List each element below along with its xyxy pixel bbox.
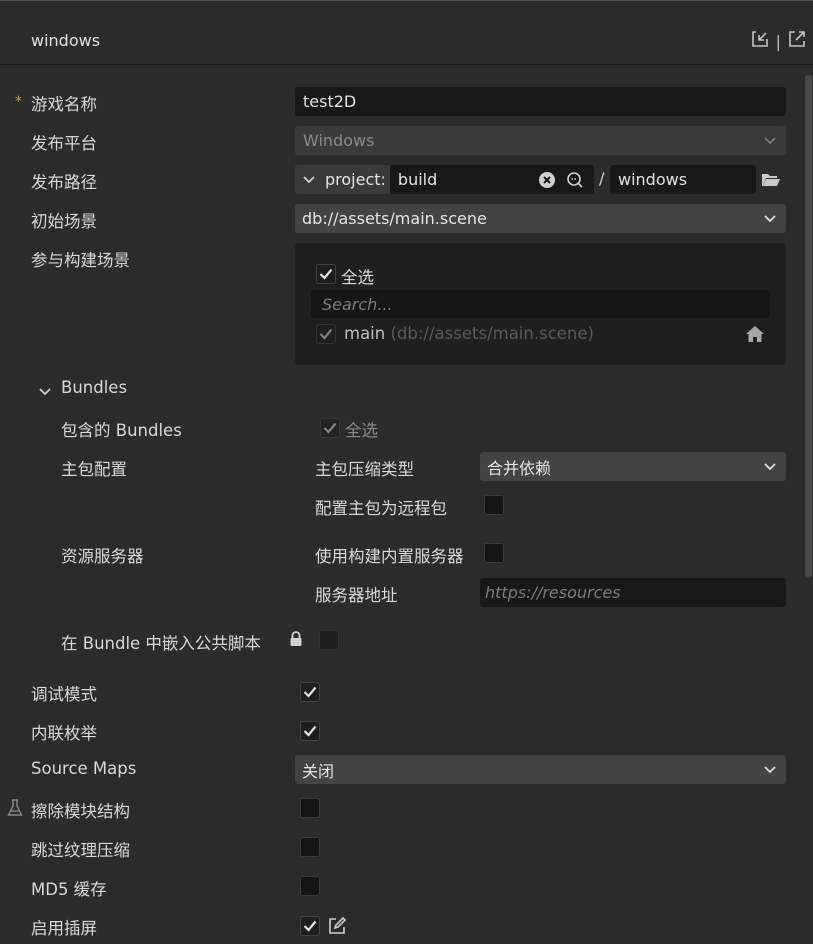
vertical-scrollbar[interactable]: [805, 75, 812, 577]
start-scene-select[interactable]: db://assets/main.scene: [295, 204, 786, 233]
included-bundles-label: 包含的 Bundles: [61, 421, 182, 440]
source-maps-select[interactable]: 关闭: [295, 755, 786, 784]
build-folder-value: windows: [618, 170, 688, 189]
skip-texture-compress-checkbox[interactable]: [300, 837, 320, 857]
header-actions: |: [750, 30, 807, 52]
remote-main-package-checkbox[interactable]: [484, 495, 504, 515]
resource-server-label: 资源服务器: [61, 547, 144, 566]
chevron-down-icon: [762, 459, 778, 475]
source-maps-label: Source Maps: [31, 759, 137, 778]
build-path-input[interactable]: build: [389, 165, 594, 194]
build-path-prefix[interactable]: project:: [325, 170, 386, 189]
home-icon[interactable]: [745, 325, 765, 347]
mangle-modules-checkbox[interactable]: [300, 798, 320, 818]
bundles-section-title[interactable]: Bundles: [61, 378, 127, 397]
splash-screen-label: 启用插屏: [31, 919, 97, 938]
start-scene-label: 初始场景: [31, 212, 97, 231]
chevron-down-icon[interactable]: [301, 172, 317, 188]
folder-open-icon[interactable]: [761, 171, 781, 193]
experimental-flask-icon: [7, 799, 23, 821]
required-marker: *: [15, 94, 22, 110]
platform-select[interactable]: Windows: [295, 126, 786, 155]
builtin-server-checkbox[interactable]: [484, 543, 504, 563]
build-path-label: 发布路径: [31, 173, 97, 192]
scenes-label: 参与构建场景: [31, 251, 130, 270]
path-slash: /: [599, 169, 605, 188]
compression-type-select[interactable]: 合并依赖: [480, 452, 786, 481]
export-icon[interactable]: [787, 29, 807, 53]
chevron-down-icon[interactable]: [38, 382, 52, 401]
server-address-placeholder: https://resources: [485, 583, 621, 602]
skip-texture-compress-label: 跳过纹理压缩: [31, 841, 130, 860]
embed-scripts-label: 在 Bundle 中嵌入公共脚本: [61, 634, 261, 653]
splash-screen-checkbox[interactable]: [300, 916, 320, 936]
remote-main-package-label: 配置主包为远程包: [315, 499, 447, 518]
edit-icon[interactable]: [327, 916, 347, 940]
build-path-value: build: [397, 170, 438, 189]
chevron-down-icon: [762, 211, 778, 227]
compression-type-label: 主包压缩类型: [315, 460, 414, 479]
server-address-input[interactable]: https://resources: [480, 578, 786, 607]
game-name-value: test2D: [303, 92, 357, 111]
game-name-label: 游戏名称: [31, 95, 97, 114]
included-bundles-select-all: 全选: [345, 421, 378, 440]
source-maps-value: 关闭: [302, 761, 335, 781]
lock-icon: [289, 631, 303, 651]
inline-enum-label: 内联枚举: [31, 724, 97, 743]
embed-scripts-checkbox[interactable]: [319, 630, 339, 650]
clear-icon[interactable]: [538, 171, 556, 189]
header-separator: |: [775, 31, 781, 51]
build-path-group: project: build: [295, 165, 594, 194]
md5-cache-label: MD5 缓存: [31, 880, 107, 899]
search-icon[interactable]: [566, 171, 584, 189]
scene-item: main (db://assets/main.scene): [344, 324, 594, 343]
scene-search-placeholder: Search...: [322, 294, 393, 314]
start-scene-value: db://assets/main.scene: [302, 209, 487, 228]
window-title: windows: [31, 31, 101, 50]
scene-search-input[interactable]: Search...: [311, 290, 770, 318]
server-address-label: 服务器地址: [315, 586, 398, 605]
included-bundles-checkbox[interactable]: [320, 418, 340, 438]
scene-item-path: (db://assets/main.scene): [390, 324, 594, 343]
platform-value: Windows: [303, 131, 375, 150]
build-folder-input[interactable]: windows: [610, 165, 756, 194]
debug-mode-label: 调试模式: [31, 685, 97, 704]
compression-type-value: 合并依赖: [487, 458, 552, 478]
chevron-down-icon: [762, 133, 778, 149]
scenes-select-all-label[interactable]: 全选: [341, 264, 374, 288]
mangle-modules-label: 擦除模块结构: [31, 802, 130, 821]
import-icon[interactable]: [750, 29, 770, 53]
scene-item-name: main: [344, 324, 386, 343]
platform-label: 发布平台: [31, 134, 97, 153]
inline-enum-checkbox[interactable]: [300, 721, 320, 741]
main-package-label: 主包配置: [61, 460, 127, 479]
scene-item-checkbox[interactable]: [316, 324, 336, 344]
debug-mode-checkbox[interactable]: [300, 682, 320, 702]
md5-cache-checkbox[interactable]: [300, 876, 320, 896]
scenes-select-all-checkbox[interactable]: [316, 264, 336, 284]
builtin-server-label: 使用构建内置服务器: [315, 547, 464, 566]
chevron-down-icon: [762, 762, 778, 778]
game-name-input[interactable]: test2D: [295, 87, 786, 116]
panel-header: [0, 1, 813, 65]
